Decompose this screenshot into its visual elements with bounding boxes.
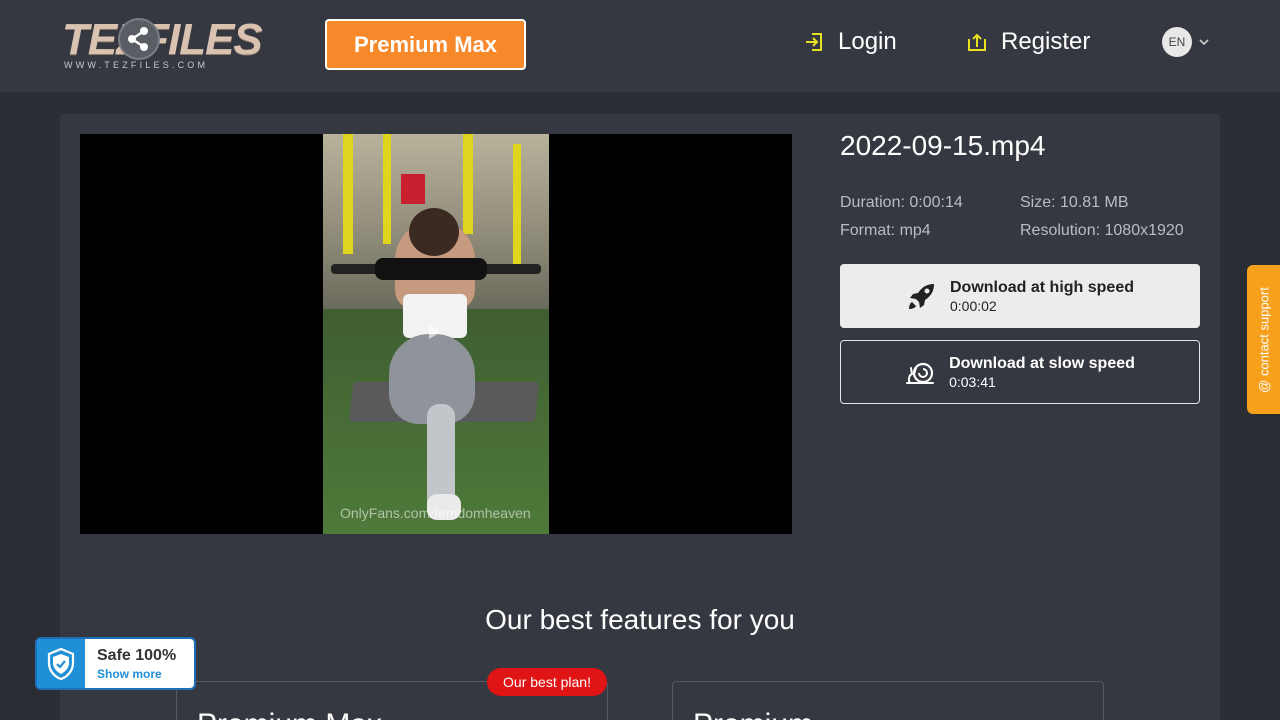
contact-support-label: @ contact support xyxy=(1256,286,1271,393)
slow-speed-label: Download at slow speed xyxy=(949,354,1135,372)
show-more-link[interactable]: Show more xyxy=(97,667,176,681)
safe-title: Safe 100% xyxy=(97,647,177,664)
top-navbar: TEZFILES WWW.TEZFILES.COM Premium Max Lo… xyxy=(0,0,1280,92)
file-size: Size: 10.81 MB xyxy=(1020,194,1129,211)
login-icon xyxy=(806,33,822,51)
register-link[interactable]: Register xyxy=(967,26,1090,58)
file-resolution: Resolution: 1080x1920 xyxy=(1020,222,1184,239)
premium-max-button[interactable]: Premium Max xyxy=(325,19,526,70)
file-format: Format: mp4 xyxy=(840,222,931,239)
language-code: EN xyxy=(1162,27,1192,57)
login-link[interactable]: Login xyxy=(804,26,897,58)
plan-name: Premium Max xyxy=(197,708,382,720)
file-title: 2022-09-15.mp4 xyxy=(840,130,1046,161)
chevron-down-icon xyxy=(1199,39,1209,46)
download-slow-speed-button[interactable]: Download at slow speed 0:03:41 xyxy=(840,340,1200,404)
file-duration: Duration: 0:00:14 xyxy=(840,194,963,211)
logo-wordmark: TEZFILES xyxy=(62,15,263,64)
register-label: Register xyxy=(1001,28,1091,55)
shield-check-icon xyxy=(37,639,85,688)
play-icon xyxy=(429,325,441,339)
video-watermark: OnlyFans.com/femdomheaven xyxy=(340,505,531,521)
plan-card-premium[interactable]: Premium xyxy=(672,681,1104,720)
contact-support-tab[interactable]: @ contact support xyxy=(1247,265,1280,414)
login-label: Login xyxy=(838,28,897,55)
safe-badge[interactable]: Safe 100% Show more xyxy=(37,639,194,688)
best-plan-badge: Our best plan! xyxy=(487,668,607,696)
register-icon xyxy=(968,33,986,51)
video-player[interactable]: OnlyFans.com/femdomheaven xyxy=(80,134,792,534)
language-selector[interactable]: EN xyxy=(1162,27,1210,57)
high-speed-time: 0:00:02 xyxy=(949,297,997,314)
plan-name: Premium xyxy=(693,708,813,720)
logo-url: WWW.TEZFILES.COM xyxy=(64,60,209,70)
slow-speed-time: 0:03:41 xyxy=(949,373,996,390)
high-speed-label: Download at high speed xyxy=(949,278,1134,296)
download-high-speed-button[interactable]: Download at high speed 0:00:02 xyxy=(840,264,1200,328)
rocket-icon xyxy=(908,284,934,309)
share-icon xyxy=(118,18,160,60)
features-heading: Our best features for you xyxy=(485,604,795,635)
snail-icon xyxy=(906,362,935,384)
tezfiles-logo[interactable]: TEZFILES WWW.TEZFILES.COM xyxy=(62,16,263,72)
